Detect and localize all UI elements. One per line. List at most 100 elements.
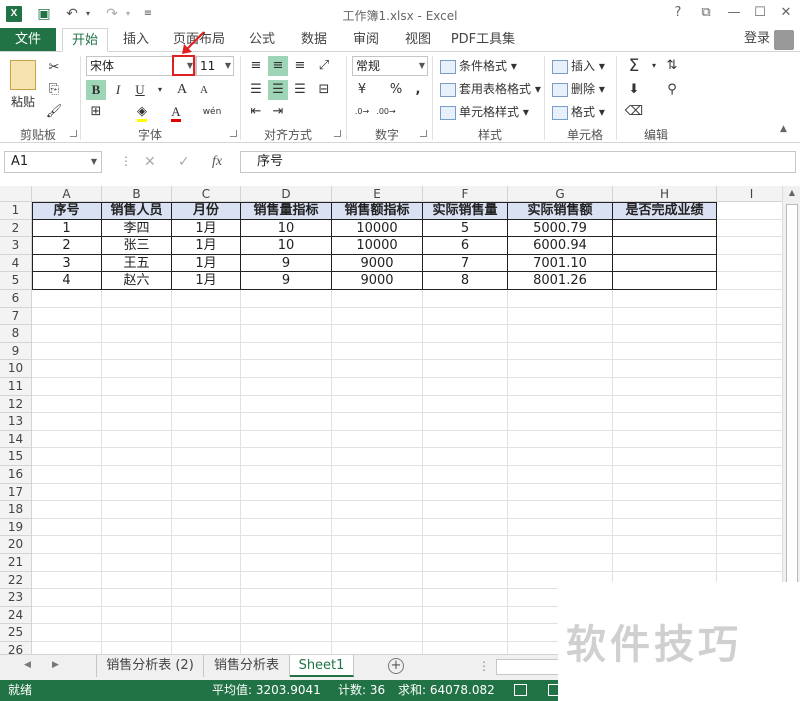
cell-g13[interactable] — [508, 413, 613, 431]
row-header-14[interactable]: 14 — [0, 430, 32, 449]
cell-a26[interactable] — [32, 642, 102, 654]
cell-d15[interactable] — [241, 448, 332, 466]
cell-e3[interactable]: 10000 — [332, 237, 423, 255]
cell-a18[interactable] — [32, 501, 102, 519]
cell-d3[interactable]: 10 — [241, 237, 332, 255]
top-align-icon[interactable]: ≡ — [246, 56, 266, 76]
cell-b22[interactable] — [102, 571, 172, 590]
collapse-ribbon-icon[interactable]: ▲ — [780, 124, 787, 134]
cell-a3[interactable]: 2 — [32, 237, 102, 255]
row-header-17[interactable]: 17 — [0, 483, 32, 502]
middle-align-icon[interactable]: ≡ — [268, 56, 288, 76]
cell-h9[interactable] — [613, 342, 717, 361]
cell-d6[interactable] — [241, 290, 332, 308]
cell-f22[interactable] — [423, 571, 508, 590]
cell-f20[interactable] — [423, 536, 508, 554]
cell-g9[interactable] — [508, 342, 613, 361]
column-header-a[interactable]: A — [32, 186, 102, 202]
cell-g21[interactable] — [508, 554, 613, 572]
cell-b20[interactable] — [102, 536, 172, 554]
cell-b4[interactable]: 王五 — [102, 254, 172, 273]
row-header-18[interactable]: 18 — [0, 501, 32, 519]
sort-filter-icon[interactable]: ⇅ — [662, 56, 682, 76]
cell-f3[interactable]: 6 — [423, 237, 508, 255]
cell-h8[interactable] — [613, 325, 717, 343]
sheet-tab-sales-analysis-2[interactable]: 销售分析表 (2) — [96, 655, 204, 677]
cell-h17[interactable] — [613, 483, 717, 502]
help-button[interactable]: ? — [668, 4, 688, 22]
cell-e5[interactable]: 9000 — [332, 272, 423, 290]
cell-a22[interactable] — [32, 571, 102, 590]
cell-b14[interactable] — [102, 430, 172, 449]
row-header-16[interactable]: 16 — [0, 466, 32, 484]
bottom-align-icon[interactable]: ≡ — [290, 56, 310, 76]
align-right-icon[interactable]: ☰ — [290, 80, 310, 100]
paste-button[interactable]: 粘贴 — [11, 92, 35, 112]
cell-e17[interactable] — [332, 483, 423, 502]
cell-h4[interactable] — [613, 254, 717, 273]
merge-center-icon[interactable]: ⊟ — [314, 80, 334, 100]
cell-h2[interactable] — [613, 219, 717, 238]
format-as-table-button[interactable]: 套用表格格式 ▾ — [440, 79, 541, 99]
cell-c5[interactable]: 1月 — [172, 272, 241, 290]
cell-e24[interactable] — [332, 606, 423, 625]
cell-c10[interactable] — [172, 360, 241, 378]
cell-h7[interactable] — [613, 307, 717, 326]
cell-b1[interactable]: 销售人员 — [102, 202, 172, 220]
cell-e19[interactable] — [332, 518, 423, 537]
cell-i12[interactable] — [717, 396, 782, 414]
cell-f2[interactable]: 5 — [423, 219, 508, 238]
cell-g14[interactable] — [508, 430, 613, 449]
cell-f4[interactable]: 7 — [423, 254, 508, 273]
row-header-19[interactable]: 19 — [0, 518, 32, 537]
cell-c2[interactable]: 1月 — [172, 219, 241, 238]
cut-icon[interactable]: ✂ — [44, 58, 64, 78]
sheet-tab-sales-analysis[interactable]: 销售分析表 — [204, 655, 290, 677]
cell-e22[interactable] — [332, 571, 423, 590]
row-header-25[interactable]: 25 — [0, 624, 32, 642]
underline-dropdown-icon[interactable]: ▾ — [150, 80, 170, 100]
cell-f15[interactable] — [423, 448, 508, 466]
row-header-21[interactable]: 21 — [0, 554, 32, 572]
cell-a16[interactable] — [32, 466, 102, 484]
cell-d1[interactable]: 销售量指标 — [241, 202, 332, 220]
align-left-icon[interactable]: ☰ — [246, 80, 266, 100]
cell-a11[interactable] — [32, 378, 102, 396]
cell-d20[interactable] — [241, 536, 332, 554]
cell-g2[interactable]: 5000.79 — [508, 219, 613, 238]
cell-d14[interactable] — [241, 430, 332, 449]
cell-a23[interactable] — [32, 589, 102, 607]
cell-e26[interactable] — [332, 642, 423, 654]
tab-insert[interactable]: 插入 — [114, 28, 158, 52]
scroll-thumb[interactable] — [786, 204, 798, 584]
cell-c6[interactable] — [172, 290, 241, 308]
cell-b25[interactable] — [102, 624, 172, 642]
cell-h12[interactable] — [613, 395, 717, 414]
cell-b16[interactable] — [102, 466, 172, 484]
cancel-icon[interactable]: ✕ — [144, 154, 156, 170]
cell-d11[interactable] — [241, 378, 332, 396]
cell-e8[interactable] — [332, 325, 423, 343]
cell-a9[interactable] — [32, 342, 102, 361]
cell-d26[interactable] — [241, 642, 332, 654]
cell-f18[interactable] — [423, 501, 508, 519]
enter-icon[interactable]: ✓ — [178, 154, 190, 170]
cell-b8[interactable] — [102, 325, 172, 343]
cell-e16[interactable] — [332, 466, 423, 484]
cell-d7[interactable] — [241, 307, 332, 326]
cell-h13[interactable] — [613, 413, 717, 431]
cell-h11[interactable] — [613, 378, 717, 396]
cell-b7[interactable] — [102, 307, 172, 326]
cell-h18[interactable] — [613, 501, 717, 519]
column-header-f[interactable]: F — [423, 186, 508, 202]
bold-button[interactable]: B — [86, 80, 106, 100]
cell-a7[interactable] — [32, 307, 102, 326]
cell-d12[interactable] — [241, 395, 332, 414]
increase-decimal-icon[interactable]: .0→ — [352, 102, 372, 122]
phonetic-guide-button[interactable]: wén — [202, 102, 222, 122]
tab-split-icon[interactable]: ⋮ — [478, 659, 490, 673]
autosum-dropdown-icon[interactable]: ▾ — [644, 56, 664, 76]
cell-d17[interactable] — [241, 483, 332, 502]
cell-f25[interactable] — [423, 624, 508, 642]
cell-d25[interactable] — [241, 624, 332, 642]
